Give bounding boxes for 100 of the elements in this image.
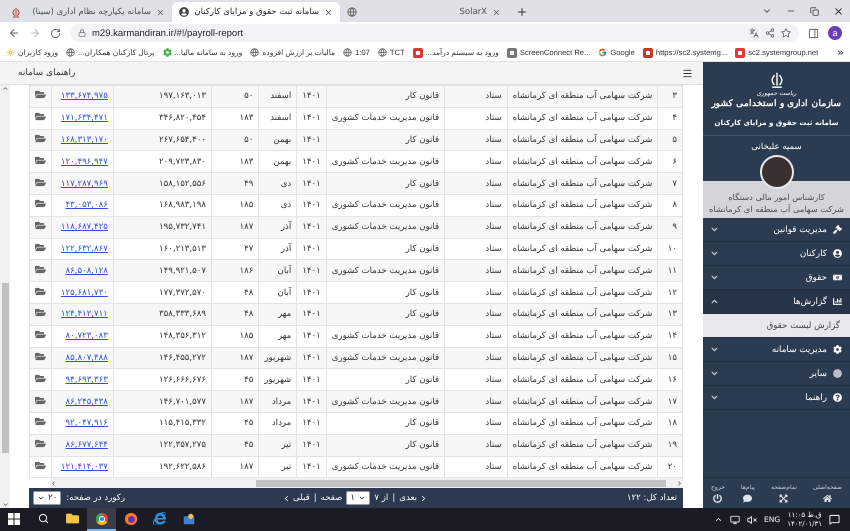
plus-icon[interactable] bbox=[516, 6, 528, 18]
chevron-up-icon[interactable] bbox=[714, 515, 724, 524]
arrow-up-icon[interactable] bbox=[2, 85, 8, 92]
submenu-item[interactable]: گزارش لیست حقوق bbox=[703, 314, 850, 338]
reload-icon[interactable] bbox=[50, 28, 61, 38]
unit-cell: ستاد bbox=[444, 303, 508, 326]
folder-icon[interactable] bbox=[35, 416, 46, 428]
separator-text: | bbox=[392, 493, 396, 503]
app-icon[interactable] bbox=[182, 512, 196, 526]
taskbar-app[interactable] bbox=[87, 508, 116, 531]
folder-icon[interactable] bbox=[66, 512, 79, 525]
close-icon[interactable] bbox=[492, 8, 501, 16]
star-icon[interactable] bbox=[781, 28, 791, 38]
windows-logo-icon[interactable] bbox=[8, 512, 20, 524]
close-icon[interactable] bbox=[833, 6, 844, 16]
address-bar[interactable]: m29.karmandiran.ir/#!/payroll-report bbox=[70, 24, 799, 42]
share-icon[interactable] bbox=[765, 28, 775, 38]
folder-icon[interactable] bbox=[35, 220, 46, 232]
home-icon bbox=[822, 494, 832, 502]
close-icon[interactable] bbox=[324, 8, 333, 16]
horizontal-scrollbar[interactable] bbox=[50, 478, 683, 488]
folder-icon[interactable] bbox=[35, 438, 46, 450]
back-icon[interactable] bbox=[8, 27, 20, 39]
folder-icon[interactable] bbox=[35, 350, 46, 362]
menu-item[interactable]: مدیریت قوانین bbox=[703, 218, 850, 242]
unit-cell: ستاد bbox=[444, 86, 508, 108]
close-icon[interactable] bbox=[156, 8, 165, 16]
menu-item[interactable]: کارکنان bbox=[703, 242, 850, 266]
days-cell: ۴۹ bbox=[212, 172, 259, 194]
restore-icon[interactable] bbox=[810, 6, 819, 16]
row-number-cell: ۱۹ bbox=[658, 434, 682, 456]
folder-icon[interactable] bbox=[35, 394, 46, 406]
translate-icon[interactable] bbox=[749, 28, 759, 38]
chevron-down-icon bbox=[711, 370, 718, 377]
help-link[interactable]: راهنمای سامانه bbox=[18, 68, 76, 78]
menu-item[interactable]: راهنما bbox=[703, 386, 850, 410]
user-icon bbox=[833, 249, 842, 258]
browser-tab[interactable]: سامانه ثبت حقوق و مزایای کارکنان bbox=[172, 2, 340, 22]
folder-icon[interactable] bbox=[35, 176, 46, 188]
notification-icon[interactable] bbox=[829, 514, 840, 525]
amount-cell: ۱۷۷,۳۷۲,۵۷۰ bbox=[113, 282, 212, 304]
amount-cell: ۱۱۵,۴۱۵,۳۳۲ bbox=[113, 412, 212, 434]
separator-text: | bbox=[314, 493, 317, 503]
firefox-icon[interactable] bbox=[124, 512, 138, 526]
browser-tab[interactable]: سامانه یکپارچه نظام اداری (سینا) bbox=[4, 2, 172, 22]
folder-icon[interactable] bbox=[35, 264, 46, 275]
folder-icon[interactable] bbox=[35, 372, 46, 384]
month-cell: اسفند bbox=[258, 107, 297, 130]
chevron-down-icon bbox=[711, 346, 718, 353]
search-icon[interactable] bbox=[38, 513, 48, 524]
row-number-cell: ۱۴ bbox=[658, 325, 682, 348]
days-cell: ۴۵ bbox=[212, 434, 259, 456]
browser-e-icon[interactable] bbox=[153, 512, 166, 525]
chrome-icon[interactable] bbox=[94, 512, 108, 526]
row-number-cell: ۱۷ bbox=[658, 390, 682, 412]
more-bookmarks[interactable]: » bbox=[837, 46, 844, 59]
company-cell: شرکت سهامی آب منطقه ای کرمانشاه bbox=[507, 434, 658, 456]
folder-icon[interactable] bbox=[35, 111, 46, 122]
per-page-select[interactable]: ۲۰ bbox=[33, 491, 62, 505]
folder-icon[interactable] bbox=[35, 242, 46, 253]
menu-item[interactable]: مدیریت سامانه bbox=[703, 338, 850, 362]
side-panel-icon[interactable] bbox=[808, 28, 819, 38]
browser-tab[interactable]: SolarX bbox=[340, 2, 508, 22]
vertical-scrollbar[interactable] bbox=[0, 85, 10, 508]
menu-item[interactable]: سایر bbox=[703, 362, 850, 386]
page-select[interactable]: ۱ bbox=[346, 491, 370, 505]
unit-cell: ستاد bbox=[444, 282, 508, 304]
company-cell: شرکت سهامی آب منطقه ای کرمانشاه bbox=[507, 107, 658, 130]
network-icon[interactable] bbox=[730, 514, 740, 524]
arrow-right-icon[interactable] bbox=[676, 480, 683, 486]
arrow-left-icon[interactable] bbox=[50, 480, 57, 486]
folder-icon[interactable] bbox=[35, 460, 46, 471]
user-name: سمیه علیخانی bbox=[750, 142, 803, 152]
folder-icon[interactable] bbox=[35, 307, 46, 318]
year-cell: ۱۴۰۱ bbox=[296, 282, 326, 304]
days-cell: ۱۸۳ bbox=[212, 107, 259, 130]
folder-icon[interactable] bbox=[35, 198, 46, 210]
folder-icon[interactable] bbox=[35, 286, 46, 297]
globe-icon bbox=[250, 48, 260, 57]
chat-icon bbox=[743, 494, 752, 502]
unit-cell: ستاد bbox=[444, 216, 508, 238]
law-cell: قانون کار bbox=[326, 434, 445, 456]
unit-cell: ستاد bbox=[444, 390, 508, 412]
folder-icon[interactable] bbox=[35, 89, 46, 100]
caret-icon bbox=[37, 494, 45, 502]
money-icon bbox=[833, 273, 842, 282]
profile-avatar[interactable]: a bbox=[828, 26, 842, 40]
total-count: تعداد کل: ۱۲۲ bbox=[626, 493, 677, 503]
square-icon bbox=[735, 48, 746, 58]
sun-icon bbox=[6, 48, 15, 57]
folder-icon[interactable] bbox=[35, 132, 46, 144]
menu-item[interactable]: گزارش‌ها bbox=[703, 290, 850, 314]
arrow-down-icon[interactable] bbox=[2, 501, 8, 508]
volume-muted-icon[interactable] bbox=[747, 514, 758, 524]
folder-icon[interactable] bbox=[35, 329, 46, 340]
previous-page-button[interactable]: قبلی bbox=[282, 493, 310, 503]
next-page-button[interactable]: بعدی bbox=[399, 493, 428, 503]
folder-icon[interactable] bbox=[35, 154, 46, 166]
menu-icon[interactable] bbox=[682, 68, 693, 78]
amount-cell: ۱۶۸,۹۸۳,۱۹۸ bbox=[113, 194, 212, 216]
